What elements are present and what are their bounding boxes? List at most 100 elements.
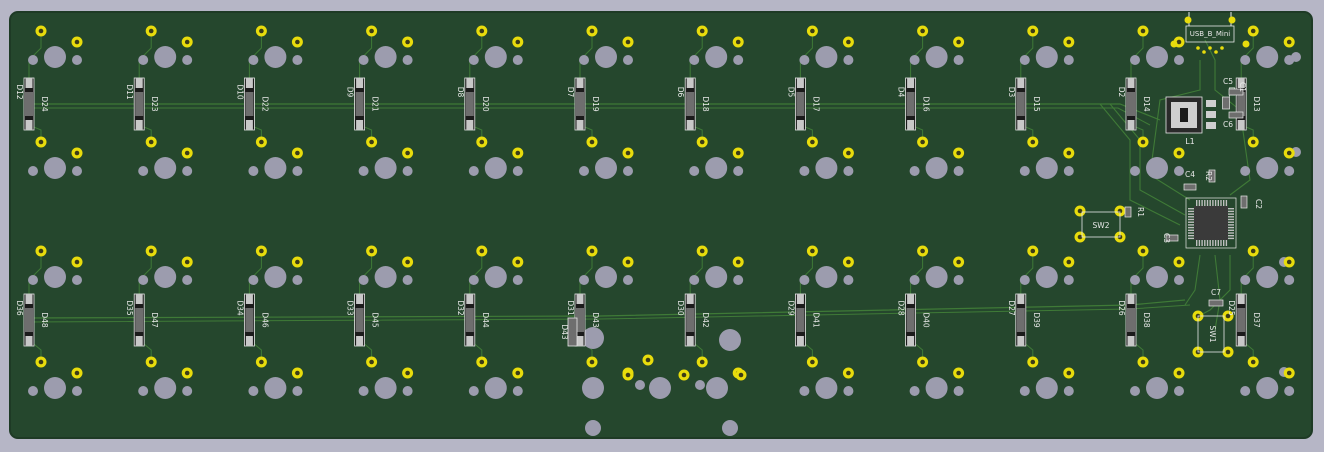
switch-peg-hole: [512, 166, 523, 176]
switch-peg-hole: [1019, 386, 1030, 396]
switch-peg-hole: [468, 275, 479, 285]
switch-center-hole: [44, 266, 66, 288]
pad-drill: [810, 139, 815, 145]
pad-drill: [479, 28, 485, 34]
bottom-diode-label: D47: [150, 312, 159, 328]
pad-drill: [148, 139, 154, 145]
diode-pad: [466, 78, 474, 88]
diode-body: [576, 92, 584, 116]
switch-peg-hole: [843, 386, 854, 396]
diode-pad: [907, 120, 915, 130]
pad-drill: [699, 248, 705, 254]
pad-drill: [259, 28, 264, 34]
pad-drill: [1176, 150, 1182, 156]
pad-drill: [38, 359, 44, 365]
diode-pad: [245, 294, 253, 304]
switch-center-hole: [44, 377, 66, 399]
mcu-pin: [1188, 210, 1194, 213]
diode-body: [906, 308, 915, 332]
switch-peg-hole: [1174, 55, 1184, 65]
bottom-diode-label: D44: [481, 312, 490, 328]
diode-pad: [1237, 336, 1245, 346]
pad-drill: [405, 150, 410, 156]
pad-drill: [735, 259, 741, 265]
switch-center-hole: [705, 157, 728, 179]
switch-peg-hole: [402, 275, 413, 285]
pad-drill: [1030, 248, 1036, 254]
mcu-body: [1194, 206, 1228, 240]
pad-drill: [1176, 370, 1182, 376]
mcu-pin: [1201, 240, 1203, 246]
bottom-diode-label: D43: [591, 312, 600, 328]
switch-center-hole: [1146, 377, 1168, 399]
switch-peg-hole: [468, 55, 479, 65]
switch-peg-hole: [402, 55, 413, 65]
switch-peg-hole: [512, 55, 523, 65]
switch-peg-hole: [28, 275, 38, 285]
switch-peg-hole: [1063, 386, 1074, 396]
diode-pad: [1127, 78, 1135, 88]
pad-drill: [1066, 39, 1072, 45]
top-diode-side-label: D4: [897, 87, 906, 98]
pad-drill: [920, 248, 925, 254]
pad-drill: [1286, 259, 1292, 265]
pad-drill: [38, 248, 44, 254]
mcu-pin: [1228, 224, 1234, 226]
switch-center-hole: [925, 266, 948, 288]
pad-drill: [735, 150, 741, 156]
diode-pad: [356, 294, 364, 304]
pad-drill: [846, 370, 851, 376]
usb-mount-pad: [1184, 16, 1192, 24]
switch-peg-hole: [292, 55, 303, 65]
diode-pad: [356, 336, 364, 346]
top-diode-label: D16: [922, 96, 931, 112]
stabilizer-hole: [585, 420, 601, 436]
switch-center-hole: [815, 46, 838, 68]
diode-pad: [686, 78, 694, 88]
pad-drill: [259, 359, 264, 365]
switch-peg-hole: [799, 275, 810, 285]
mcu-pin: [1188, 208, 1194, 210]
diode-pad: [907, 294, 915, 304]
switch-center-hole: [925, 377, 948, 399]
mcu-pin: [1228, 235, 1234, 237]
pcb-3d-viewer[interactable]: D24 D12 D48 D36 D23 D11 D47 D35 D22 D10 D46 D34 D21 D…: [0, 0, 1324, 452]
diode-pad: [576, 336, 584, 346]
pad-drill: [589, 28, 595, 34]
switch-center-hole: [1256, 157, 1279, 179]
pad-drill: [184, 259, 190, 265]
switch-center-hole: [374, 46, 397, 68]
diode-pad: [907, 336, 915, 346]
smd-label: C5: [1223, 77, 1233, 86]
switch-center-hole: [154, 377, 177, 399]
bottom-diode-label: D37: [1252, 312, 1261, 328]
top-diode-label: D18: [701, 96, 710, 112]
switch-peg-hole: [1019, 275, 1030, 285]
pad-drill: [405, 370, 410, 376]
switch-peg-hole: [1019, 166, 1030, 176]
pad-drill: [956, 259, 961, 265]
top-diode-label: D22: [260, 96, 269, 112]
pad-drill: [699, 359, 705, 365]
diode-body: [465, 92, 474, 116]
smd-body: [1124, 206, 1132, 218]
mcu-pin: [1228, 208, 1234, 210]
pad-drill: [295, 259, 300, 265]
switch-center-hole: [484, 157, 507, 179]
mcu-pin: [1225, 240, 1228, 246]
pad-drill: [846, 39, 851, 45]
diode-pad: [1237, 120, 1245, 130]
pad-drill: [1066, 150, 1072, 156]
bottom-diode-side-label: D26: [1117, 300, 1126, 316]
switch-peg-hole: [292, 386, 303, 396]
switch-center-hole: [484, 46, 507, 68]
switch-peg-hole: [1063, 166, 1074, 176]
mcu-pin: [1212, 240, 1214, 246]
diode-pad: [356, 78, 364, 88]
mcu-pin: [1228, 226, 1234, 229]
switch-peg-hole: [1240, 386, 1251, 396]
diode-body: [355, 308, 364, 332]
mcu-pin: [1223, 200, 1225, 206]
switch-peg-hole: [1019, 55, 1030, 65]
mcu-pin: [1228, 237, 1234, 240]
